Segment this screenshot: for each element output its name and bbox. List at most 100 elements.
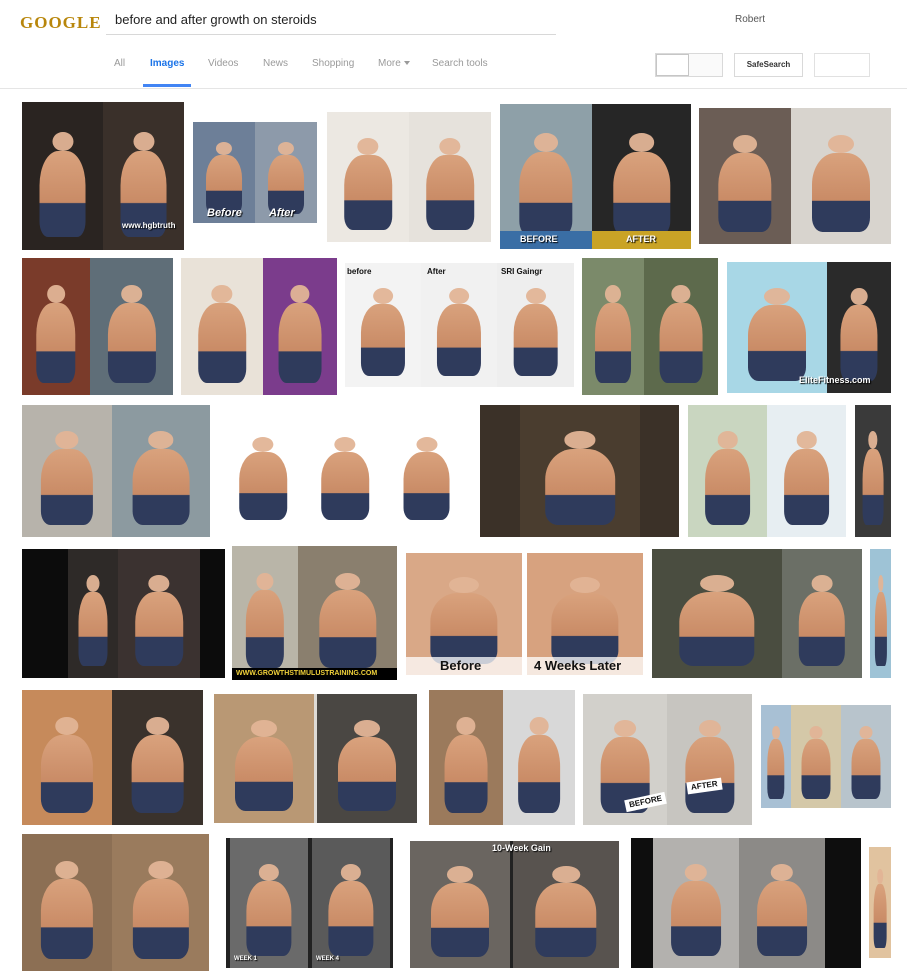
- settings-button[interactable]: [814, 53, 870, 77]
- toggle-option-left[interactable]: [656, 54, 689, 76]
- image-panel: [386, 414, 467, 530]
- tab-more[interactable]: More: [378, 42, 410, 86]
- tab-images[interactable]: Images: [143, 42, 192, 87]
- image-panel: [22, 405, 112, 537]
- image-panel: [653, 838, 739, 968]
- image-result[interactable]: [22, 690, 203, 825]
- image-result[interactable]: [22, 405, 210, 537]
- gain-caption: 10-Week Gain: [492, 843, 551, 853]
- image-result[interactable]: [582, 258, 718, 395]
- image-result[interactable]: before After SRI Gaingr: [345, 263, 574, 387]
- later-caption: 4 Weeks Later: [534, 658, 622, 673]
- image-panel: [345, 263, 421, 387]
- before-caption: before: [347, 267, 372, 276]
- image-result[interactable]: [699, 108, 891, 244]
- watermark-text: www.hgbtruth: [122, 221, 176, 230]
- image-result[interactable]: [761, 705, 891, 808]
- tab-search-tools[interactable]: Search tools: [432, 42, 488, 86]
- image-panel: [429, 690, 503, 825]
- image-result[interactable]: www.hgbtruth: [22, 102, 184, 250]
- image-panel: [232, 546, 298, 680]
- image-result[interactable]: Before After: [193, 122, 317, 223]
- image-panel: [497, 263, 574, 387]
- after-caption: After: [427, 267, 446, 276]
- image-panel: [410, 841, 510, 968]
- image-panel: [855, 405, 891, 537]
- image-result[interactable]: [870, 549, 891, 678]
- image-panel: [112, 834, 209, 971]
- image-size-toggle[interactable]: [655, 53, 723, 77]
- toggle-option-right[interactable]: [689, 54, 722, 76]
- before-caption: Before: [207, 207, 242, 219]
- image-result[interactable]: [688, 405, 846, 537]
- image-panel: [263, 258, 337, 395]
- search-input[interactable]: before and after growth on steroids: [115, 12, 317, 27]
- image-result[interactable]: 10-Week Gain: [410, 841, 619, 968]
- image-panel: [112, 690, 203, 825]
- image-panel: [222, 414, 304, 530]
- image-result[interactable]: [214, 694, 417, 823]
- image-panel: [739, 838, 825, 968]
- image-result[interactable]: BEFORE AFTER: [500, 104, 691, 249]
- google-logo[interactable]: GOOGLE: [20, 10, 101, 36]
- image-result[interactable]: [22, 549, 225, 678]
- image-panel: [421, 263, 497, 387]
- safesearch-button[interactable]: SafeSearch: [734, 53, 803, 77]
- caret-down-icon: [403, 61, 410, 66]
- image-result[interactable]: [480, 405, 679, 537]
- image-result[interactable]: WWW.GROWTHSTIMULUSTRAINING.COM: [232, 546, 397, 680]
- week-caption: WEEK 1: [234, 956, 258, 962]
- image-panel: [870, 549, 891, 678]
- image-panel: [118, 549, 200, 678]
- image-panel: [22, 102, 103, 250]
- image-panel: [791, 705, 841, 808]
- image-panel: [761, 705, 791, 808]
- image-panel: [22, 834, 112, 971]
- image-panel: [327, 112, 409, 242]
- image-result[interactable]: WEEK 1 WEEK 4: [226, 838, 393, 968]
- image-panel: [841, 705, 891, 808]
- image-panel: [520, 405, 640, 537]
- image-result[interactable]: [327, 112, 491, 242]
- image-result[interactable]: [22, 834, 209, 971]
- image-panel: [827, 262, 891, 393]
- tab-shopping[interactable]: Shopping: [312, 42, 354, 86]
- image-result[interactable]: [869, 847, 891, 958]
- image-result[interactable]: [22, 258, 173, 395]
- image-panel: [500, 104, 592, 249]
- image-result[interactable]: BEFORE AFTER: [583, 694, 752, 825]
- tab-news[interactable]: News: [263, 42, 288, 86]
- tab-all[interactable]: All: [114, 42, 125, 86]
- image-panel: [644, 258, 718, 395]
- image-result[interactable]: Before 4 Weeks Later: [406, 553, 643, 675]
- image-result[interactable]: [652, 549, 862, 678]
- search-box[interactable]: before and after growth on steroids: [106, 4, 556, 35]
- website-caption: WWW.GROWTHSTIMULUSTRAINING.COM: [236, 670, 378, 677]
- image-panel: [688, 405, 767, 537]
- tab-videos[interactable]: Videos: [208, 42, 238, 86]
- image-panel: [503, 690, 575, 825]
- image-panel: [298, 546, 397, 680]
- user-name[interactable]: Robert: [735, 14, 765, 25]
- image-panel: [727, 262, 827, 393]
- image-panel: [230, 838, 308, 968]
- image-result[interactable]: [181, 258, 337, 395]
- image-result[interactable]: EliteFitness.com: [727, 262, 891, 393]
- image-result[interactable]: [222, 414, 467, 530]
- image-panel: [312, 838, 390, 968]
- image-panel: [181, 258, 263, 395]
- image-panel: [652, 549, 782, 678]
- image-result[interactable]: [855, 405, 891, 537]
- image-panel: [112, 405, 210, 537]
- image-panel: [409, 112, 491, 242]
- image-panel: [667, 694, 752, 825]
- image-panel: [90, 258, 173, 395]
- image-result[interactable]: [631, 838, 861, 968]
- image-panel: [214, 694, 314, 823]
- image-panel: [22, 690, 112, 825]
- image-result[interactable]: [429, 690, 575, 825]
- image-panel: [68, 549, 118, 678]
- watermark-text: EliteFitness.com: [799, 375, 871, 385]
- after-caption: After: [269, 207, 295, 219]
- image-panel: [767, 405, 846, 537]
